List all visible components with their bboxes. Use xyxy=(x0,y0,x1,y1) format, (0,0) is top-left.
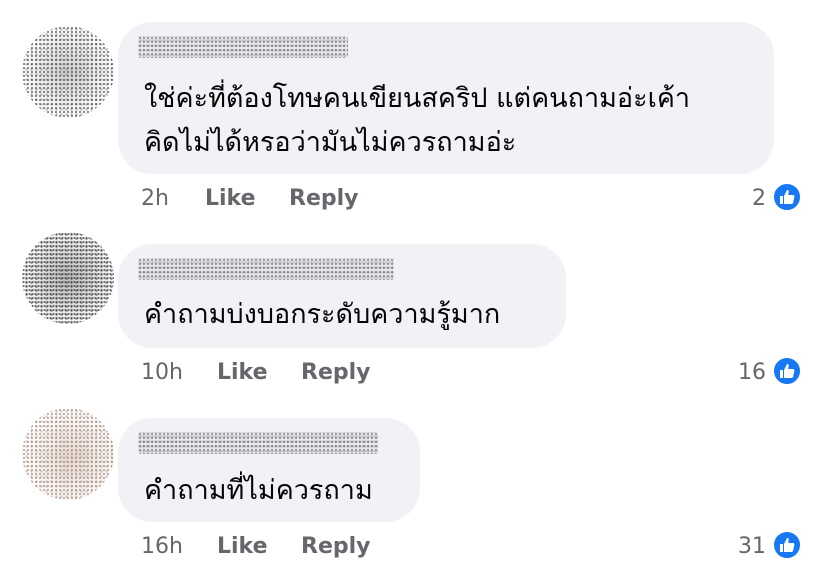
comment-text-line-1: ใช่ค่ะที่ต้องโทษคนเขียนสคริป แต่คนถามอ่ะ… xyxy=(144,83,691,114)
like-button[interactable]: Like xyxy=(217,360,268,385)
author-name-blurred[interactable] xyxy=(138,36,348,58)
comment-text-line-1: คำถามบ่งบอกระดับความรู้มาก xyxy=(144,299,501,330)
reaction-count[interactable]: 16 xyxy=(724,360,766,385)
comment-bubble: คำถามบ่งบอกระดับความรู้มาก xyxy=(118,244,566,348)
reaction-count[interactable]: 2 xyxy=(730,186,766,211)
avatar[interactable] xyxy=(22,232,114,324)
reaction-count[interactable]: 31 xyxy=(724,534,766,559)
author-name-blurred[interactable] xyxy=(138,258,394,280)
reply-button[interactable]: Reply xyxy=(301,534,371,559)
reply-button[interactable]: Reply xyxy=(301,360,371,385)
author-name-blurred[interactable] xyxy=(138,432,378,454)
thumbs-up-icon[interactable] xyxy=(772,530,802,560)
comment-text-line-1: คำถามที่ไม่ควรถาม xyxy=(144,475,373,506)
timestamp[interactable]: 10h xyxy=(141,360,183,385)
comment-bubble: คำถามที่ไม่ควรถาม xyxy=(118,418,420,522)
avatar[interactable] xyxy=(22,408,114,500)
avatar[interactable] xyxy=(22,26,114,118)
like-button[interactable]: Like xyxy=(205,186,256,211)
timestamp[interactable]: 16h xyxy=(141,534,183,559)
comment-text-line-2: คิดไม่ได้หรอว่ามันไม่ควรถามอ่ะ xyxy=(144,127,517,158)
like-button[interactable]: Like xyxy=(217,534,268,559)
thumbs-up-icon[interactable] xyxy=(772,182,802,212)
thumbs-up-icon[interactable] xyxy=(772,356,802,386)
timestamp[interactable]: 2h xyxy=(141,186,169,211)
reply-button[interactable]: Reply xyxy=(289,186,359,211)
comment-bubble: ใช่ค่ะที่ต้องโทษคนเขียนสคริป แต่คนถามอ่ะ… xyxy=(118,22,774,174)
